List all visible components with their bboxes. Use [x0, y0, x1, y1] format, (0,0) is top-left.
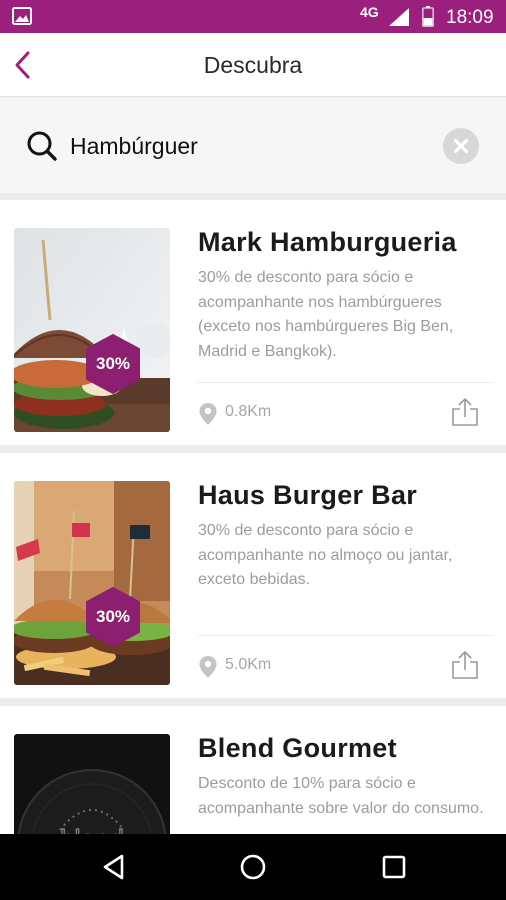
nav-recents-icon[interactable]: [377, 850, 411, 884]
app-bar: Descubra: [0, 33, 506, 97]
location-pin-icon: [199, 403, 217, 425]
distance: 0.8Km: [225, 403, 272, 420]
status-bar: 4G 18:09: [0, 0, 506, 33]
offer-description: 30% de desconto para sócio e acompanhant…: [198, 522, 453, 588]
offer-description: 30% de desconto para sócio e acompanhant…: [198, 269, 454, 360]
status-time: 18:09: [446, 7, 494, 28]
image-icon: [12, 7, 32, 25]
venue-name: Blend Gourmet: [198, 733, 397, 763]
battery-icon: [422, 6, 434, 27]
burger-fries-photo: [14, 481, 170, 685]
search-bar: [0, 98, 506, 193]
search-icon: [27, 131, 57, 161]
list-item[interactable]: 30% Mark Hamburgueria 30% de desconto pa…: [0, 200, 506, 445]
location-pin-icon: [199, 656, 217, 678]
signal-icon: [389, 8, 409, 26]
clear-icon[interactable]: [443, 128, 479, 164]
distance: 5.0Km: [225, 656, 272, 673]
venue-name: Mark Hamburgueria: [198, 227, 457, 257]
page-title: Descubra: [203, 52, 303, 78]
search-input[interactable]: [70, 128, 430, 164]
nav-home-icon[interactable]: [236, 850, 270, 884]
screen: 4G 18:09 Descubra Hambúrguer 30% Mark Ha…: [0, 0, 506, 900]
discount-label: 30%: [95, 607, 131, 626]
share-icon[interactable]: [450, 650, 480, 680]
venue-name: Haus Burger Bar: [198, 480, 418, 510]
divider: [198, 635, 494, 636]
discount-label: 30%: [95, 354, 131, 373]
divider: [198, 382, 494, 383]
burger-photo: [14, 228, 170, 432]
network-type: 4G: [360, 4, 379, 20]
list-item[interactable]: 30% Haus Burger Bar 30% de desconto para…: [0, 453, 506, 698]
offer-description: Desconto de 10% para sócio e acompanhant…: [198, 775, 484, 817]
nav-back-icon[interactable]: [97, 850, 131, 884]
share-icon[interactable]: [450, 397, 480, 427]
system-nav-bar: [0, 834, 506, 900]
